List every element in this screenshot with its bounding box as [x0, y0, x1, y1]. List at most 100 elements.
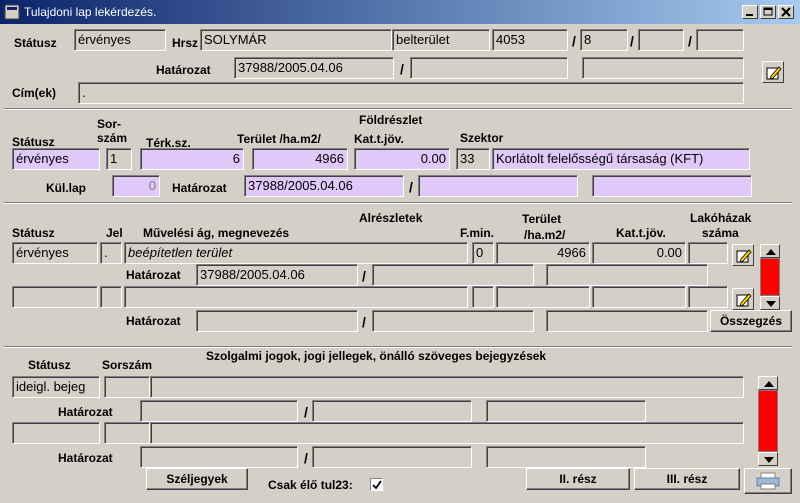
al-row2-fmin[interactable] — [472, 286, 494, 308]
maximize-button[interactable] — [760, 5, 776, 19]
al-row2-katjov[interactable] — [592, 286, 686, 308]
al-row1-muvelesi[interactable]: beépítetlen terület — [124, 242, 468, 264]
hrsz-field[interactable]: SOLYMÁR — [200, 29, 392, 51]
al-row1-fmin[interactable]: 0 — [472, 242, 494, 264]
sz-scroll-track[interactable] — [758, 390, 778, 452]
sz-sorszam-label: Sorszám — [102, 358, 153, 372]
sz-row1-text[interactable] — [150, 376, 744, 398]
close-button[interactable] — [778, 5, 794, 19]
fr-statusz-field[interactable]: érvényes — [12, 148, 100, 170]
ii-resz-button[interactable]: II. rész — [526, 468, 630, 490]
al-katjov-label: Kat.t.jöv. — [616, 226, 666, 240]
terulet-type-field[interactable]: belterület — [392, 29, 490, 51]
kullap-field[interactable]: 0 — [112, 175, 160, 197]
fr-hatarozat-field[interactable]: 37988/2005.04.06 — [244, 175, 404, 197]
kullap-label: Kül.lap — [46, 181, 87, 195]
al-row2-jel[interactable] — [100, 286, 122, 308]
iii-resz-button[interactable]: III. rész — [634, 468, 740, 490]
al-row1-edit-button[interactable] — [732, 244, 754, 266]
al-terulet-label-1: Terület — [522, 212, 562, 226]
hrsz-sub3-field[interactable] — [696, 29, 744, 51]
separator-2 — [4, 202, 792, 204]
al-scroll-down-button[interactable] — [760, 296, 780, 310]
edit-note-icon — [766, 66, 782, 80]
al-row1-hatarozat-field-2[interactable] — [372, 264, 534, 286]
fr-hatarozat-field-3[interactable] — [592, 175, 752, 197]
al-row2-statusz[interactable] — [12, 286, 98, 308]
csak-elo-checkbox[interactable] — [370, 478, 383, 491]
al-row1-hatarozat-field[interactable]: 37988/2005.04.06 — [196, 264, 358, 286]
top-edit-button[interactable] — [762, 61, 784, 83]
sz-row2-hatarozat-field[interactable] — [140, 446, 298, 468]
cim-field[interactable]: . — [78, 82, 744, 104]
print-button[interactable] — [744, 468, 792, 494]
fr-terksz-field[interactable]: 6 — [140, 148, 244, 170]
al-row1-lakohazak[interactable] — [688, 242, 728, 264]
al-row2-edit-button[interactable] — [732, 288, 754, 310]
sz-row1-hatarozat-field-2[interactable] — [312, 400, 472, 422]
statusz-field[interactable]: érvényes — [74, 29, 166, 51]
sz-scroll-down-button[interactable] — [758, 452, 778, 466]
main-window: Tulajdoni lap lekérdezés. Státusz érvény… — [0, 0, 800, 503]
al-row2-hatarozat-field-2[interactable] — [372, 310, 534, 332]
hrsz-sub2-field[interactable] — [638, 29, 684, 51]
sz-row2-hatarozat-field-3[interactable] — [486, 446, 646, 468]
al-row2-lakohazak[interactable] — [688, 286, 728, 308]
top-hatarozat-field-2[interactable] — [410, 57, 568, 79]
al-row1-terulet[interactable]: 4966 — [496, 242, 590, 264]
al-row2-hatarozat-field[interactable] — [196, 310, 358, 332]
top-hatarozat-field[interactable]: 37988/2005.04.06 — [234, 57, 394, 79]
maximize-icon — [763, 7, 773, 16]
hrsz-label: Hrsz — [172, 36, 199, 50]
al-row1-katjov[interactable]: 0.00 — [592, 242, 686, 264]
fr-statusz-label: Státusz — [12, 135, 55, 149]
printer-icon — [756, 472, 780, 490]
al-scroll-track[interactable] — [760, 258, 780, 296]
al-row2-terulet[interactable] — [496, 286, 590, 308]
al-row1-statusz[interactable]: érvényes — [12, 242, 98, 264]
statusz-label: Státusz — [14, 36, 57, 50]
sz-row2-statusz[interactable] — [12, 422, 100, 444]
sz-row2-hatarozat-slash: / — [304, 450, 308, 466]
szektor-label: Szektor — [460, 131, 504, 145]
edit-note-icon — [736, 249, 752, 263]
sz-row1-hatarozat-field-3[interactable] — [486, 400, 646, 422]
hrsz-sub1-field[interactable]: 8 — [580, 29, 628, 51]
al-row2-hatarozat-field-3[interactable] — [546, 310, 708, 332]
fr-terulet-label: Terület /ha.m2/ — [237, 132, 321, 146]
fr-szektor-name-field[interactable]: Korlátolt felelősségű társaság (KFT) — [492, 148, 750, 170]
fr-hatarozat-field-2[interactable] — [418, 175, 578, 197]
sz-row2-text[interactable] — [150, 422, 744, 444]
fr-szektor-code-field[interactable]: 33 — [456, 148, 490, 170]
minimize-button[interactable] — [742, 5, 758, 19]
szeljegyek-button[interactable]: Széljegyek — [146, 468, 248, 490]
sorszam-label-2: szám — [97, 131, 128, 145]
hrsz-number-field[interactable]: 4053 — [492, 29, 568, 51]
title-bar[interactable]: Tulajdoni lap lekérdezés. — [0, 0, 800, 24]
al-row1-hatarozat-slash: / — [362, 268, 366, 284]
fr-sorszam-field[interactable]: 1 — [106, 148, 132, 170]
sz-row1-sorszam[interactable] — [104, 376, 150, 398]
jel-label: Jel — [106, 226, 123, 240]
csak-elo-label: Csak élő tul23: — [268, 478, 353, 492]
foldreszlet-title: Földrészlet — [359, 113, 423, 127]
sz-row1-hatarozat-field[interactable] — [140, 400, 298, 422]
al-row1-jel[interactable]: . — [100, 242, 122, 264]
al-row1-hatarozat-field-3[interactable] — [546, 264, 708, 286]
sz-row1-statusz[interactable]: ideigl. bejeg — [12, 376, 100, 398]
cim-label: Cím(ek) — [12, 86, 57, 100]
al-scroll-up-button[interactable] — [760, 244, 780, 258]
sz-scroll-up-button[interactable] — [758, 376, 778, 390]
szolgalmi-title: Szolgalmi jogok, jogi jellegek, önálló s… — [206, 349, 547, 363]
top-hatarozat-field-3[interactable] — [582, 57, 744, 79]
al-row1-hatarozat-label: Határozat — [126, 268, 181, 282]
sz-row2-sorszam[interactable] — [104, 422, 150, 444]
fr-katjov-field[interactable]: 0.00 — [354, 148, 450, 170]
fmin-label: F.min. — [460, 226, 495, 240]
checkmark-icon — [372, 480, 382, 490]
al-row2-muvelesi[interactable] — [124, 286, 468, 308]
fr-terulet-field[interactable]: 4966 — [252, 148, 348, 170]
top-hatarozat-label: Határozat — [156, 63, 211, 77]
osszegzes-button[interactable]: Összegzés — [710, 310, 792, 332]
sz-row2-hatarozat-field-2[interactable] — [312, 446, 472, 468]
